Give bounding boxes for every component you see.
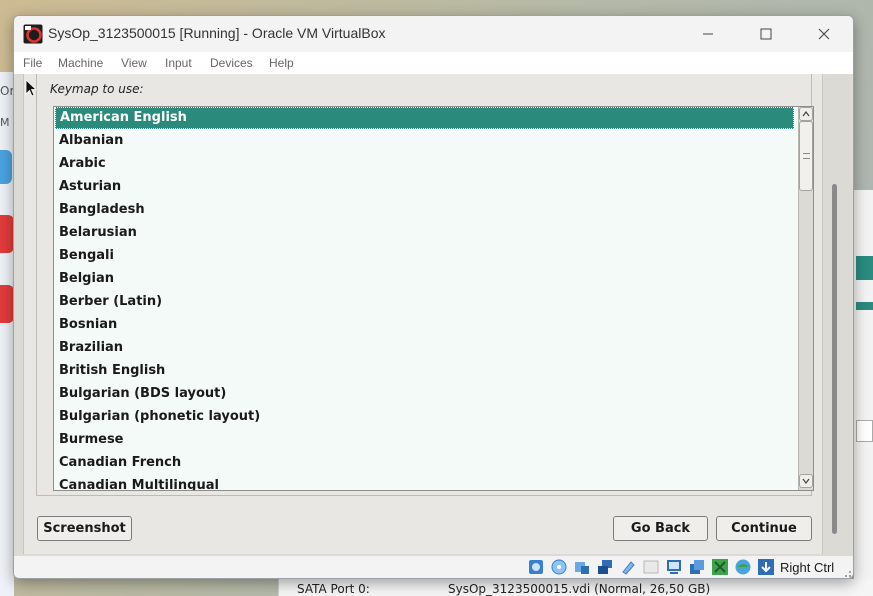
- menu-view[interactable]: View: [121, 56, 147, 70]
- sata-port-value: SysOp_3123500015.vdi (Normal, 26,50 GB): [448, 582, 711, 596]
- scroll-thumb[interactable]: [799, 121, 813, 191]
- keyboard-icon[interactable]: [757, 558, 775, 576]
- keymap-option[interactable]: Canadian Multilingual: [55, 475, 794, 490]
- keymap-option[interactable]: Berber (Latin): [55, 291, 794, 313]
- host-tool-icon: [0, 150, 12, 184]
- network-icon[interactable]: [596, 558, 614, 576]
- keymap-list-scrollbar[interactable]: [798, 107, 813, 490]
- mouse-integration-icon[interactable]: [711, 558, 729, 576]
- guest-scrollbar[interactable]: [832, 184, 837, 534]
- menu-machine[interactable]: Machine: [58, 56, 103, 70]
- scroll-up-button[interactable]: [799, 107, 813, 121]
- sata-port-label: SATA Port 0:: [297, 582, 370, 596]
- keymap-option[interactable]: Burmese: [55, 429, 794, 451]
- status-bar: Right Ctrl: [14, 556, 853, 578]
- close-icon: [818, 28, 830, 40]
- keymap-label: Keymap to use:: [50, 82, 144, 96]
- host-selection-strip: [856, 302, 873, 310]
- window-title: SysOp_3123500015 [Running] - Oracle VM V…: [48, 25, 386, 41]
- scroll-down-button[interactable]: [799, 474, 813, 488]
- scroll-grip-icon: [803, 153, 810, 159]
- maximize-button[interactable]: [738, 16, 794, 52]
- host-preview-box: [856, 420, 873, 442]
- keymap-option[interactable]: Brazilian: [55, 337, 794, 359]
- go-back-button[interactable]: Go Back: [613, 516, 708, 541]
- resize-grip-icon[interactable]: [840, 566, 852, 578]
- keymap-option[interactable]: Belarusian: [55, 222, 794, 244]
- menu-file[interactable]: File: [23, 56, 42, 70]
- minimize-icon: [703, 33, 713, 35]
- chevron-down-icon: [802, 478, 810, 484]
- keymap-option[interactable]: Belgian: [55, 268, 794, 290]
- hard-disk-icon[interactable]: [527, 558, 545, 576]
- menu-devices[interactable]: Devices: [210, 56, 253, 70]
- close-button[interactable]: [796, 16, 852, 52]
- keymap-option[interactable]: Bulgarian (phonetic layout): [55, 406, 794, 428]
- keymap-option[interactable]: Bangladesh: [55, 199, 794, 221]
- menu-help[interactable]: Help: [269, 56, 294, 70]
- display-icon[interactable]: [665, 558, 683, 576]
- installer-panel: Keymap to use: American English Albanian…: [23, 74, 823, 554]
- keymap-option[interactable]: Bulgarian (BDS layout): [55, 383, 794, 405]
- host-window-right-edge: [854, 190, 873, 596]
- host-storage-details: SATA Port 0: SysOp_3123500015.vdi (Norma…: [278, 579, 873, 596]
- keymap-option[interactable]: Arabic: [55, 153, 794, 175]
- keymap-option-selected[interactable]: American English: [55, 107, 794, 129]
- usb-icon[interactable]: [619, 558, 637, 576]
- keymap-option[interactable]: Asturian: [55, 176, 794, 198]
- keymap-option[interactable]: Bosnian: [55, 314, 794, 336]
- host-vm-icon: [0, 285, 14, 323]
- mouse-pointer-icon: [25, 79, 37, 97]
- title-bar[interactable]: SysOp_3123500015 [Running] - Oracle VM V…: [14, 16, 853, 52]
- keymap-option[interactable]: Albanian: [55, 130, 794, 152]
- host-vm-icon: [0, 215, 14, 253]
- cpu-icon[interactable]: [734, 558, 752, 576]
- continue-button[interactable]: Continue: [716, 516, 812, 541]
- video-capture-icon[interactable]: [688, 558, 706, 576]
- host-selection-strip: [856, 256, 873, 280]
- guest-display[interactable]: Keymap to use: American English Albanian…: [14, 74, 853, 556]
- screenshot-button[interactable]: Screenshot: [37, 516, 132, 541]
- host-key-label: Right Ctrl: [780, 560, 835, 575]
- host-left-text-2: M: [0, 116, 10, 129]
- maximize-icon: [760, 28, 772, 40]
- shared-folders-icon[interactable]: [642, 558, 660, 576]
- keymap-option[interactable]: Canadian French: [55, 452, 794, 474]
- keymap-option[interactable]: British English: [55, 360, 794, 382]
- keymap-option[interactable]: Bengali: [55, 245, 794, 267]
- audio-icon[interactable]: [573, 558, 591, 576]
- keymap-list[interactable]: American English Albanian Arabic Asturia…: [53, 106, 814, 491]
- virtualbox-app-icon: [23, 24, 43, 44]
- chevron-up-icon: [802, 111, 810, 117]
- optical-drive-icon[interactable]: [550, 558, 568, 576]
- menu-input[interactable]: Input: [165, 56, 192, 70]
- vm-window: SysOp_3123500015 [Running] - Oracle VM V…: [13, 15, 854, 579]
- menu-bar: File Machine View Input Devices Help: [14, 52, 853, 74]
- minimize-button[interactable]: [680, 16, 736, 52]
